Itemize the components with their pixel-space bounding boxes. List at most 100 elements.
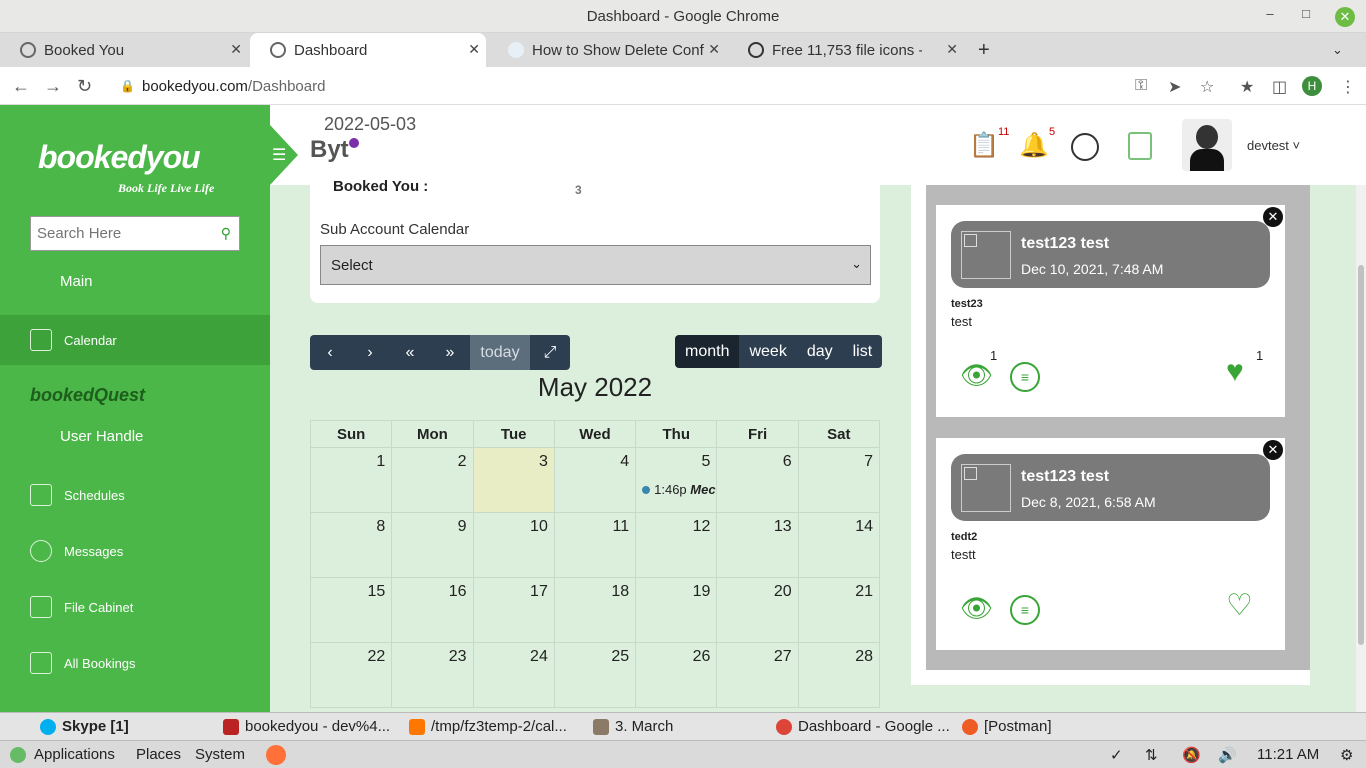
day-cell[interactable]: 21: [797, 577, 881, 643]
side-panel-icon[interactable]: ◫: [1272, 77, 1287, 97]
menu-toggle[interactable]: ☰: [270, 125, 310, 185]
bookedyou-logo[interactable]: bookedyou Book Life Live Life: [38, 139, 214, 195]
avatar[interactable]: [1182, 119, 1232, 171]
settings-gear-icon[interactable]: ⚙: [1340, 746, 1353, 764]
minimize-icon[interactable]: –: [1260, 6, 1280, 21]
taskbar-item-folder[interactable]: 3. March: [593, 718, 673, 736]
taskbar-item-sublime[interactable]: /tmp/fz3temp-2/cal...: [409, 718, 567, 736]
day-cell[interactable]: 15: [309, 577, 393, 643]
day-cell[interactable]: 23: [391, 642, 474, 708]
reload-icon[interactable]: ↻: [77, 76, 92, 97]
sidebar-item-all-bookings[interactable]: All Bookings: [0, 638, 270, 688]
tab-close-icon[interactable]: ✕: [708, 41, 720, 58]
menu-places[interactable]: Places: [136, 746, 181, 763]
search-icon[interactable]: ⚲: [221, 225, 231, 242]
search-input[interactable]: [37, 225, 207, 242]
profile-avatar[interactable]: H: [1302, 76, 1322, 96]
calendar-event[interactable]: 1:46p Mec: [642, 482, 716, 497]
tab-close-icon[interactable]: ✕: [230, 41, 242, 58]
new-tab-button[interactable]: +: [970, 33, 1000, 67]
page-scrollbar[interactable]: [1356, 185, 1366, 712]
day-cell[interactable]: 4: [553, 447, 637, 513]
day-cell[interactable]: 24: [472, 642, 555, 708]
day-cell[interactable]: 7: [797, 447, 881, 513]
next-year-button[interactable]: »: [430, 335, 470, 370]
day-cell-today[interactable]: 3: [472, 447, 555, 513]
day-cell[interactable]: 6: [716, 447, 799, 513]
tab-delete-confirm[interactable]: How to Show Delete Conf ✕: [488, 33, 726, 67]
tab-close-icon[interactable]: ✕: [946, 41, 958, 58]
menu-system[interactable]: System: [195, 746, 245, 763]
view-day-button[interactable]: day: [796, 335, 843, 368]
day-cell[interactable]: 13: [716, 512, 799, 578]
heart-filled-icon[interactable]: ♥: [1226, 355, 1244, 389]
close-window-icon[interactable]: ✕: [1335, 7, 1355, 27]
update-icon[interactable]: ✓: [1110, 746, 1123, 764]
menu-kebab-icon[interactable]: ⋮: [1340, 77, 1356, 97]
day-cell[interactable]: 10: [472, 512, 555, 578]
ubuntu-icon[interactable]: [10, 747, 26, 763]
clipboard-icon[interactable]: 📋: [969, 131, 999, 160]
notifications-muted-icon[interactable]: 🔕: [1182, 746, 1201, 764]
sidebar-item-file-cabinet[interactable]: File Cabinet: [0, 582, 270, 632]
close-icon[interactable]: ✕: [1263, 440, 1283, 460]
day-cell[interactable]: 8: [309, 512, 393, 578]
next-button[interactable]: ›: [350, 335, 390, 370]
sidebar-item-main[interactable]: Main: [60, 273, 93, 290]
bell-icon[interactable]: 🔔: [1019, 131, 1049, 160]
sidebar-item-user-handle[interactable]: User Handle: [60, 428, 143, 445]
calendar-grid-icon[interactable]: [1128, 132, 1152, 160]
day-cell[interactable]: 1: [309, 447, 393, 513]
day-cell[interactable]: 27: [716, 642, 799, 708]
eye-icon[interactable]: 👁: [960, 593, 993, 624]
send-icon[interactable]: ➤: [1168, 77, 1181, 97]
tab-close-icon[interactable]: ✕: [468, 41, 480, 58]
menu-applications[interactable]: Applications: [34, 746, 115, 763]
today-button[interactable]: today: [470, 335, 530, 370]
comment-icon[interactable]: ≡: [1010, 595, 1040, 625]
network-icon[interactable]: ⇅: [1145, 746, 1158, 764]
extensions-icon[interactable]: ★: [1240, 77, 1254, 97]
day-cell[interactable]: 9: [391, 512, 474, 578]
view-week-button[interactable]: week: [739, 335, 797, 368]
sidebar-item-calendar[interactable]: Calendar: [0, 315, 270, 365]
view-list-button[interactable]: list: [842, 335, 883, 368]
tab-booked-you[interactable]: Booked You ✕: [0, 33, 248, 67]
eye-icon[interactable]: 👁: [960, 360, 993, 391]
view-month-button[interactable]: month: [675, 335, 740, 368]
firefox-icon[interactable]: [266, 745, 286, 765]
prev-button[interactable]: ‹: [310, 335, 350, 370]
day-cell[interactable]: 17: [472, 577, 555, 643]
tab-file-icons[interactable]: Free 11,753 file icons - Icon ✕: [728, 33, 964, 67]
day-cell[interactable]: 11: [553, 512, 637, 578]
heart-add-icon[interactable]: ♡: [1226, 588, 1253, 623]
day-cell[interactable]: 16: [391, 577, 474, 643]
day-cell[interactable]: 25: [553, 642, 637, 708]
key-icon[interactable]: ⚿: [1135, 77, 1147, 95]
day-cell[interactable]: 14: [797, 512, 881, 578]
taskbar-item-filezilla[interactable]: bookedyou - dev%4...: [223, 718, 390, 736]
sidebar-item-messages[interactable]: Messages: [0, 526, 270, 576]
day-cell[interactable]: 26: [635, 642, 718, 708]
day-cell[interactable]: 12: [635, 512, 718, 578]
bookmark-star-icon[interactable]: ☆: [1200, 77, 1214, 97]
taskbar-item-postman[interactable]: [Postman]: [962, 718, 1052, 736]
volume-icon[interactable]: 🔊: [1218, 746, 1237, 764]
comment-icon[interactable]: ≡: [1010, 362, 1040, 392]
day-cell[interactable]: 20: [716, 577, 799, 643]
clock[interactable]: 11:21 AM: [1257, 746, 1319, 763]
close-icon[interactable]: ✕: [1263, 207, 1283, 227]
bookedquest-logo[interactable]: bookedQuest: [30, 385, 145, 406]
tab-dashboard[interactable]: Dashboard ✕: [250, 33, 486, 67]
forward-icon[interactable]: →: [44, 76, 62, 97]
day-cell[interactable]: 22: [309, 642, 393, 708]
day-cell[interactable]: 18: [553, 577, 637, 643]
fullscreen-icon[interactable]: ⤢: [530, 335, 570, 370]
day-cell[interactable]: 19: [635, 577, 718, 643]
back-icon[interactable]: ←: [12, 76, 30, 97]
chat-icon[interactable]: [1071, 133, 1099, 161]
sub-account-select[interactable]: Select ⌄: [320, 245, 871, 285]
prev-year-button[interactable]: «: [390, 335, 430, 370]
user-menu[interactable]: devtest ˅: [1247, 138, 1300, 153]
taskbar-item-chrome[interactable]: Dashboard - Google ...: [776, 718, 950, 736]
